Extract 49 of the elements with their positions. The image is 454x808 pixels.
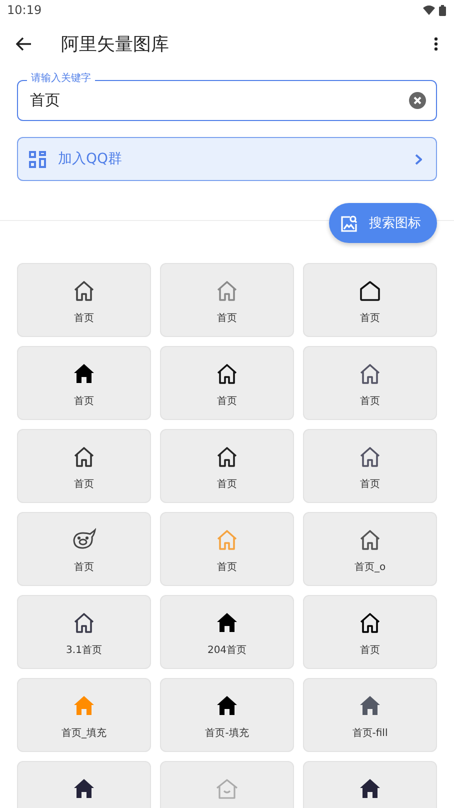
icon-name: 首页 [360,644,380,657]
icon-card[interactable]: 首页-fill [303,678,437,752]
icon-card[interactable]: 首页 [160,429,294,503]
icon-card[interactable]: 首页 [160,346,294,420]
icon-card[interactable]: 首页 [17,346,151,420]
icon-name: 首页 [217,561,237,574]
icon-name: 首页 [217,478,237,491]
icon-card[interactable]: 首页 [160,263,294,337]
wifi-icon [423,5,435,15]
icon-name: 首页 [360,478,380,491]
icon-card[interactable]: 首页 [17,512,151,586]
clear-icon[interactable] [409,92,426,109]
icon-name: 首页-fill [352,727,388,740]
icon-card[interactable]: 首页 [303,595,437,669]
icon-name: 首页 [360,312,380,325]
icon-card[interactable]: 首页 [303,263,437,337]
icon-name: 首页 [74,395,94,408]
icon-card[interactable]: 首页 [17,429,151,503]
icon-card[interactable]: 首页_o [303,512,437,586]
icon-name: 首页 [74,312,94,325]
icon-name: 首页_填充 [62,726,106,740]
icon-name: 3.1首页 [66,644,102,657]
icon-name: 首页 [74,561,94,574]
icon-card[interactable]: 首页_填充 [17,678,151,752]
icon-name: 首页 [217,312,237,325]
qq-group-label: 加入QQ群 [58,150,124,168]
icon-card[interactable]: 首页 [303,429,437,503]
icon-name: 首页 [217,395,237,408]
search-field[interactable]: 请输入关键字 首页 [17,72,437,121]
chevron-right-icon [415,154,422,164]
icon-card[interactable]: 首页-填充 [160,678,294,752]
search-input[interactable]: 首页 [30,92,409,110]
status-time: 10:19 [7,3,42,17]
icon-card[interactable]: 首页 [303,346,437,420]
icon-name: 204首页 [207,644,247,657]
icon-card[interactable]: 3.1首页 [17,595,151,669]
grid-icon [29,150,46,168]
image-search-icon [341,214,357,232]
icon-name: 首页_o [354,561,386,574]
icon-card[interactable]: 首页 [17,263,151,337]
more-menu-icon[interactable] [434,37,438,51]
icon-name: 首页-填充 [205,726,249,740]
battery-icon [439,4,446,16]
icon-name: 首页 [360,395,380,408]
icon-card[interactable]: 首页 [160,512,294,586]
icon-card[interactable]: 204首页 [160,595,294,669]
app-title: 阿里矢量图库 [61,33,170,56]
back-arrow-icon[interactable] [16,37,32,51]
icon-name: 首页 [74,478,94,491]
